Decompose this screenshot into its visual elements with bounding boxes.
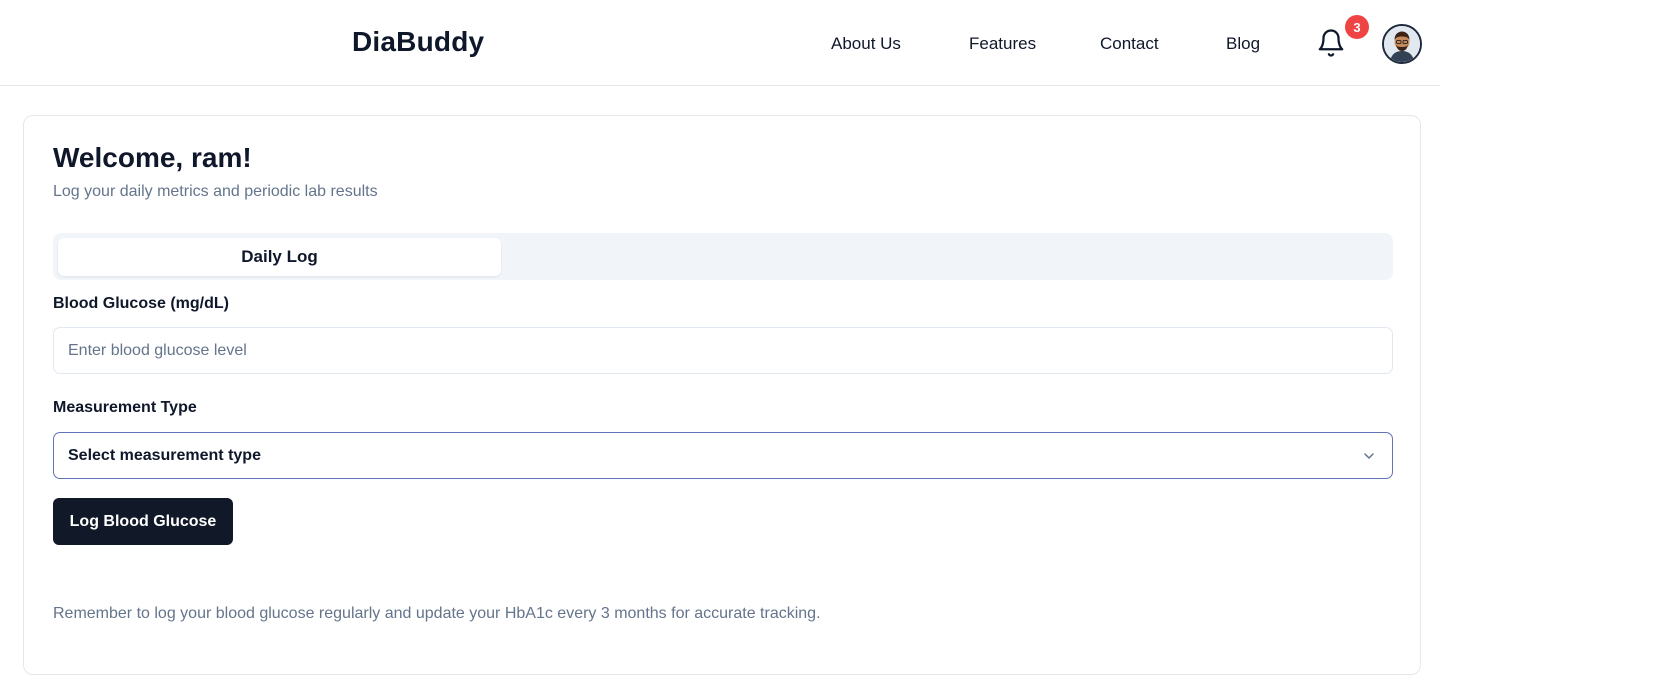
top-navbar: DiaBuddy About Us Features Contact Blog …	[0, 0, 1440, 86]
user-avatar[interactable]	[1382, 24, 1422, 64]
nav-contact[interactable]: Contact	[1100, 34, 1159, 54]
bell-icon[interactable]	[1316, 28, 1346, 58]
brand-logo[interactable]: DiaBuddy	[352, 26, 484, 58]
chevron-down-icon	[1362, 449, 1376, 463]
measurement-type-value: Select measurement type	[68, 446, 261, 464]
page-subtitle: Log your daily metrics and periodic lab …	[53, 183, 378, 200]
nav-about-us[interactable]: About Us	[831, 34, 901, 54]
glucose-label: Blood Glucose (mg/dL)	[53, 295, 229, 312]
log-blood-glucose-button[interactable]: Log Blood Glucose	[53, 498, 233, 545]
tab-list: Daily Log	[53, 233, 1393, 280]
glucose-input[interactable]	[53, 327, 1393, 374]
page-title: Welcome, ram!	[53, 142, 252, 173]
reminder-note: Remember to log your blood glucose regul…	[53, 605, 821, 622]
daily-log-card: Welcome, ram! Log your daily metrics and…	[23, 115, 1421, 675]
measurement-type-select[interactable]: Select measurement type	[53, 432, 1393, 479]
nav-features[interactable]: Features	[969, 34, 1036, 54]
nav-blog[interactable]: Blog	[1226, 34, 1260, 54]
tab-daily-log[interactable]: Daily Log	[58, 238, 501, 276]
measurement-type-label: Measurement Type	[53, 399, 197, 416]
notification-badge: 3	[1345, 15, 1369, 39]
